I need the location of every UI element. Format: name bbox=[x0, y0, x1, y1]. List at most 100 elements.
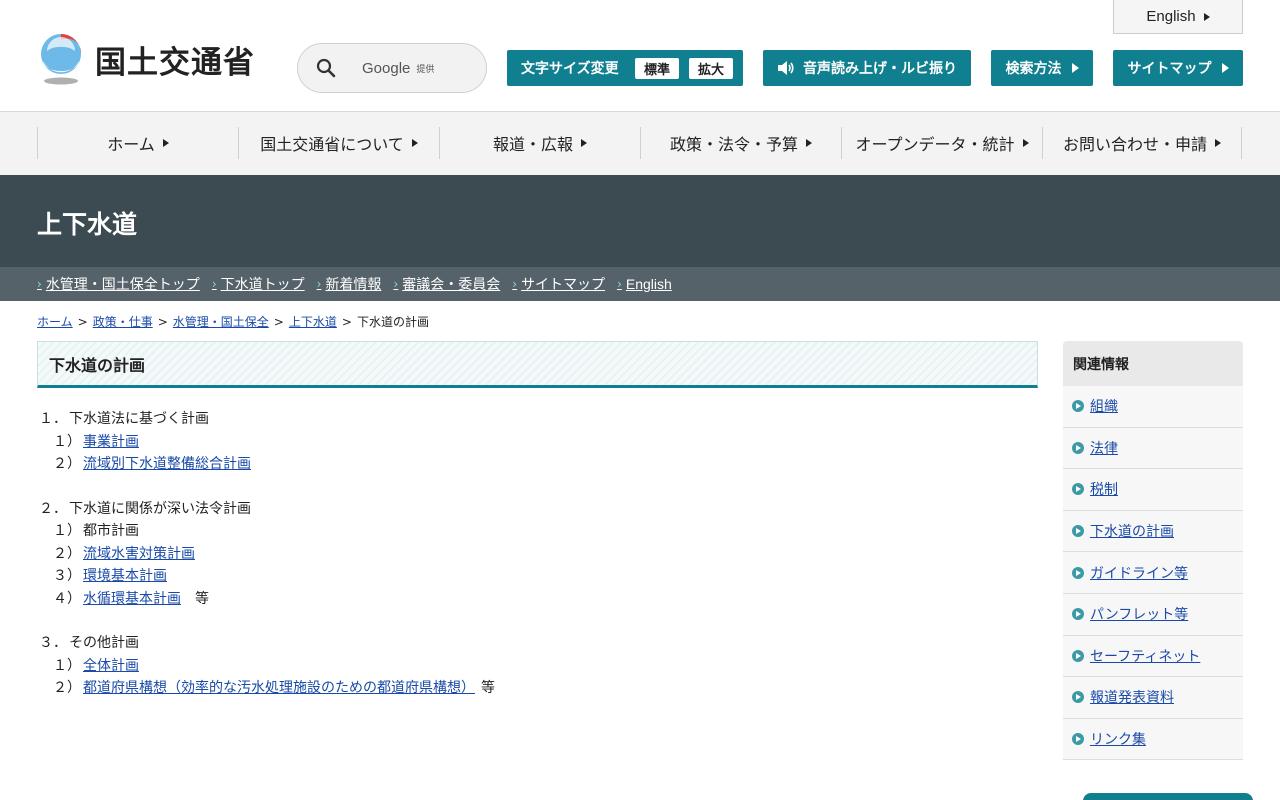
speech-label: 音声読み上げ・ルビ振り bbox=[803, 61, 957, 77]
circle-arrow-icon bbox=[1072, 400, 1084, 413]
subnav-link-english[interactable]: › English bbox=[617, 276, 672, 292]
sidebar-item-guidelines[interactable]: ガイドライン等 bbox=[1063, 552, 1243, 594]
link-flood-plan[interactable]: 流域水害対策計画 bbox=[83, 546, 195, 562]
breadcrumb-link-water[interactable]: 水管理・国土保全 bbox=[173, 313, 269, 330]
triangle-right-icon bbox=[411, 139, 418, 147]
site-header: 国土交通省 Google 提供 文字サイズ変更 標準 拡大 音声読み上げ・ルビ振… bbox=[0, 0, 1280, 112]
speech-button[interactable]: 音声読み上げ・ルビ振り bbox=[763, 50, 971, 86]
subnav-link-sitemap[interactable]: › サイトマップ bbox=[512, 274, 605, 294]
link-prefecture-vision[interactable]: 都道府県構想（効率的な汚水処理施設のための都道府県構想） bbox=[83, 680, 475, 696]
list-item: ２） 流域水害対策計画 bbox=[37, 543, 1038, 566]
page-title: 下水道の計画 bbox=[37, 341, 1038, 388]
breadcrumb-link-sewerage[interactable]: 上下水道 bbox=[289, 313, 337, 330]
subnav-label: 下水道トップ bbox=[220, 277, 305, 293]
gnav-item-label: お問い合わせ・申請 bbox=[1062, 135, 1207, 154]
site-search[interactable]: Google 提供 bbox=[297, 43, 487, 93]
speaker-icon bbox=[777, 60, 795, 76]
sidebar-item-label[interactable]: 報道発表資料 bbox=[1090, 687, 1174, 707]
sidebar-item-links[interactable]: リンク集 bbox=[1063, 719, 1243, 761]
english-button[interactable]: English bbox=[1113, 0, 1243, 34]
list-item: １） 都市計画 bbox=[37, 520, 1038, 543]
sitemap-button[interactable]: サイトマップ bbox=[1113, 50, 1243, 86]
sidebar-item-organization[interactable]: 組織 bbox=[1063, 386, 1243, 428]
breadcrumb-link-home[interactable]: ホーム bbox=[37, 313, 73, 330]
gnav-item-label: 政策・法令・予算 bbox=[669, 135, 798, 154]
english-label: English bbox=[1146, 8, 1196, 25]
search-brand: Google bbox=[362, 59, 411, 77]
subnav-label: 水管理・国土保全トップ bbox=[45, 277, 200, 293]
chevron-right-icon: › bbox=[393, 277, 399, 291]
triangle-right-icon bbox=[162, 139, 169, 147]
sidebar-item-safety-net[interactable]: セーフティネット bbox=[1063, 636, 1243, 678]
breadcrumb-separator: > bbox=[77, 314, 88, 329]
circle-arrow-icon bbox=[1072, 691, 1084, 704]
sidebar-item-press-releases[interactable]: 報道発表資料 bbox=[1063, 677, 1243, 719]
page-top-button[interactable] bbox=[1083, 793, 1253, 800]
circle-arrow-icon bbox=[1072, 525, 1084, 538]
search-method-label: 検索方法 bbox=[1005, 61, 1062, 77]
link-business-plan[interactable]: 事業計画 bbox=[83, 434, 139, 450]
section-heading-text: 下水道に関係が深い法令計画 bbox=[69, 500, 251, 517]
subnav-link-sewerage-top[interactable]: › 下水道トップ bbox=[212, 274, 305, 294]
search-icon bbox=[316, 58, 336, 78]
sidebar-item-label[interactable]: リンク集 bbox=[1090, 729, 1146, 749]
link-environment-plan[interactable]: 環境基本計画 bbox=[83, 568, 167, 584]
sidebar-item-label[interactable]: 法律 bbox=[1090, 438, 1118, 458]
gnav-item-contact[interactable]: お問い合わせ・申請 bbox=[1042, 127, 1242, 159]
site-logo[interactable]: 国土交通省 bbox=[37, 33, 255, 85]
sidebar-item-label[interactable]: 税制 bbox=[1090, 479, 1118, 499]
font-size-large-button[interactable]: 拡大 bbox=[689, 58, 733, 79]
gnav-item-home[interactable]: ホーム bbox=[37, 127, 238, 159]
subnav-link-council[interactable]: › 審議会・委員会 bbox=[393, 274, 500, 294]
subnav-link-river-top[interactable]: › 水管理・国土保全トップ bbox=[37, 274, 200, 294]
link-water-cycle-plan[interactable]: 水循環基本計画 bbox=[83, 591, 181, 607]
triangle-right-icon bbox=[1215, 139, 1221, 147]
triangle-right-icon bbox=[1203, 12, 1210, 21]
link-overall-plan[interactable]: 全体計画 bbox=[83, 658, 139, 674]
section-number: ３． bbox=[39, 635, 67, 651]
breadcrumb: ホーム > 政策・仕事 > 水管理・国土保全 > 上下水道 > 下水道の計画 bbox=[37, 313, 429, 330]
item-number: ３） bbox=[53, 568, 81, 584]
sidebar-item-label[interactable]: ガイドライン等 bbox=[1090, 563, 1188, 583]
item-number: ４） bbox=[53, 590, 81, 607]
circle-arrow-icon bbox=[1072, 566, 1084, 579]
gnav-item-label: オープンデータ・統計 bbox=[855, 135, 1015, 154]
breadcrumb-separator: > bbox=[341, 314, 352, 329]
search-sub: 提供 bbox=[416, 64, 435, 75]
circle-arrow-icon bbox=[1072, 733, 1084, 746]
sidebar-item-label[interactable]: パンフレット等 bbox=[1090, 604, 1188, 624]
sidebar-item-law[interactable]: 法律 bbox=[1063, 428, 1243, 470]
sidebar-item-label[interactable]: セーフティネット bbox=[1090, 646, 1200, 666]
sitemap-label: サイトマップ bbox=[1127, 61, 1212, 77]
search-method-button[interactable]: 検索方法 bbox=[991, 50, 1093, 86]
section-heading: ３． その他計画 bbox=[37, 632, 1038, 655]
chevron-right-icon: › bbox=[512, 277, 518, 291]
subnav-link-news[interactable]: › 新着情報 bbox=[317, 274, 382, 294]
sidebar-item-tax[interactable]: 税制 bbox=[1063, 469, 1243, 511]
sidebar-item-label[interactable]: 下水道の計画 bbox=[1090, 521, 1174, 541]
link-basin-plan[interactable]: 流域別下水道整備総合計画 bbox=[83, 456, 251, 472]
plan-section-2: ２． 下水道に関係が深い法令計画 １） 都市計画 ２） 流域水害対策計画 ３） 環境基本… bbox=[37, 498, 1038, 611]
item-number: ２） bbox=[53, 545, 81, 562]
section-heading-text: その他計画 bbox=[69, 635, 139, 651]
gnav-item-press[interactable]: 報道・広報 bbox=[439, 127, 640, 159]
chevron-right-icon: › bbox=[316, 277, 322, 291]
list-item: １） 全体計画 bbox=[37, 655, 1038, 678]
gnav-item-policy[interactable]: 政策・法令・予算 bbox=[640, 127, 841, 159]
triangle-right-icon bbox=[1221, 63, 1229, 73]
sidebar-list: 組織 法律 税制 下水道の計画 ガイドライン等 パンフレット等 セーフティネット… bbox=[1063, 386, 1243, 761]
section-heading-text: 下水道法に基づく計画 bbox=[69, 411, 209, 427]
gnav-item-label: 報道・広報 bbox=[492, 135, 573, 154]
section-heading: １． 下水道法に基づく計画 bbox=[37, 408, 1038, 431]
sidebar-item-label[interactable]: 組織 bbox=[1090, 396, 1118, 416]
font-size-label: 文字サイズ変更 bbox=[521, 61, 619, 77]
plan-section-1: １． 下水道法に基づく計画 １） 事業計画 ２） 流域別下水道整備総合計画 bbox=[37, 408, 1038, 476]
item-number: ２） bbox=[53, 456, 81, 472]
breadcrumb-link-policy[interactable]: 政策・仕事 bbox=[93, 313, 153, 330]
gnav-item-about[interactable]: 国土交通省について bbox=[238, 127, 439, 159]
sidebar-item-pamphlets[interactable]: パンフレット等 bbox=[1063, 594, 1243, 636]
sidebar-item-sewerage-plan[interactable]: 下水道の計画 bbox=[1063, 511, 1243, 553]
gnav-item-opendata[interactable]: オープンデータ・統計 bbox=[841, 127, 1042, 159]
font-size-standard-button[interactable]: 標準 bbox=[635, 58, 679, 79]
triangle-right-icon bbox=[806, 139, 812, 147]
